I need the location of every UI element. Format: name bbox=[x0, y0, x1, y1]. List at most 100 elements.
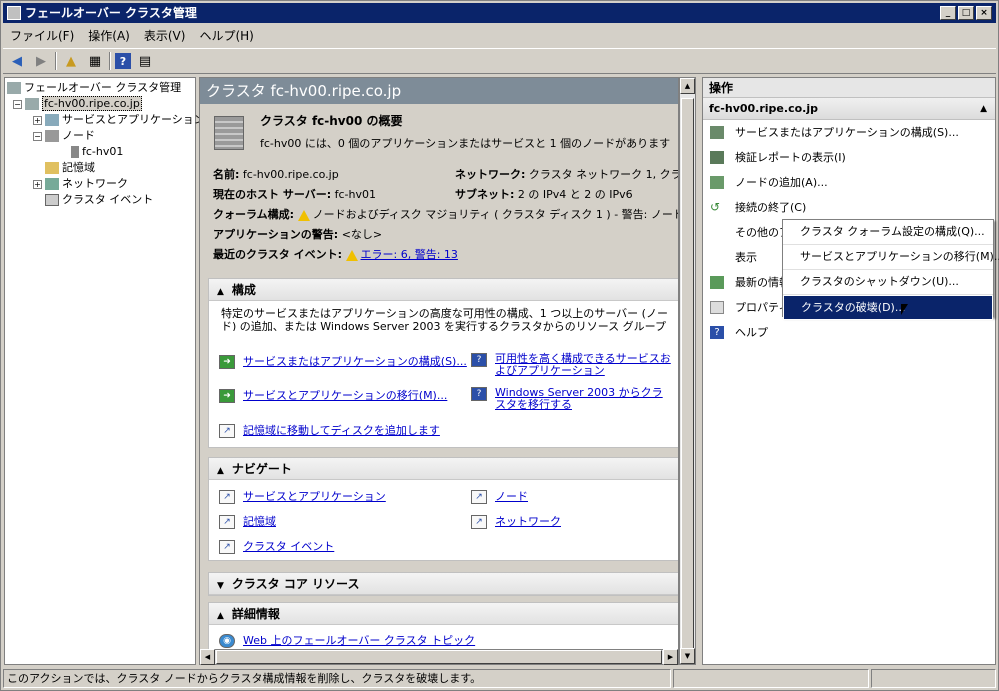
action-label: ノードの追加(A)... bbox=[735, 176, 828, 189]
close-button[interactable]: × bbox=[976, 6, 992, 20]
menu-view[interactable]: 表示(V) bbox=[137, 27, 193, 44]
expand-arrow-icon[interactable]: ▼ bbox=[217, 575, 224, 597]
menu-file[interactable]: ファイル(F) bbox=[3, 27, 81, 44]
action-add-node[interactable]: ノードの追加(A)... bbox=[703, 170, 995, 195]
navigate-section-header[interactable]: ▲ ナビゲート bbox=[209, 458, 678, 482]
shortcut-icon: ↗ bbox=[219, 540, 235, 554]
add-disk-link[interactable]: ↗ 記憶域に移動してディスクを追加します bbox=[219, 422, 440, 438]
expand-icon[interactable]: + bbox=[33, 179, 42, 189]
window-title: フェールオーバー クラスタ管理 bbox=[25, 6, 197, 20]
actions-subheader-label: fc-hv00.ripe.co.jp bbox=[709, 102, 818, 115]
arrow-icon: ➜ bbox=[219, 355, 235, 369]
tree-item-label: fc-hv00.ripe.co.jp bbox=[42, 96, 142, 111]
forward-icon[interactable]: ▶ bbox=[31, 51, 51, 71]
tree-item-node[interactable]: fc-hv01 bbox=[7, 144, 193, 160]
toolbar: ◀ ▶ ▲ ▦ ? ▤ bbox=[3, 48, 996, 74]
actions-pane: 操作 fc-hv00.ripe.co.jp ▲ サービスまたはアプリケーションの構… bbox=[702, 77, 996, 665]
scroll-right-icon[interactable]: ▶ bbox=[663, 649, 678, 665]
center-pane: クラスタ fc-hv00.ripe.co.jp クラスタ fc-hv00 の概要… bbox=[199, 77, 679, 665]
core-section-header[interactable]: ▼ クラスタ コア リソース bbox=[209, 573, 678, 597]
details-section-header[interactable]: ▲ 詳細情報 bbox=[209, 603, 678, 627]
collapse-icon[interactable]: − bbox=[13, 99, 22, 109]
link-label: 可用性を高く構成できるサービスおよびアプリケーション bbox=[495, 352, 671, 377]
status-panel-3 bbox=[871, 669, 996, 688]
tree-item-label: 記憶域 bbox=[62, 161, 95, 174]
menu-shutdown-cluster[interactable]: クラスタのシャットダウン(U)... bbox=[783, 270, 993, 295]
tree-item-cluster[interactable]: − fc-hv00.ripe.co.jp bbox=[7, 96, 193, 112]
scroll-up-icon[interactable]: ▲ bbox=[680, 78, 695, 94]
kv-quorum: クォーラム構成: ノードおよびディスク マジョリティ ( クラスタ ディスク 1… bbox=[213, 206, 678, 222]
scroll-left-icon[interactable]: ◀ bbox=[200, 649, 215, 665]
name-label: 名前: bbox=[213, 168, 240, 181]
nav-services-link[interactable]: ↗ サービスとアプリケーション bbox=[219, 488, 386, 504]
events-link[interactable]: エラー: 6, 警告: 13 bbox=[361, 248, 458, 261]
menu-migrate-services[interactable]: サービスとアプリケーションの移行(M)... bbox=[783, 245, 999, 270]
tree-item-root[interactable]: フェールオーバー クラスタ管理 bbox=[7, 80, 193, 96]
main-window: フェールオーバー クラスタ管理 _ □ × ファイル(F) 操作(A) 表示(V… bbox=[0, 0, 999, 691]
web-topics-link[interactable]: ◉ Web 上のフェールオーバー クラスタ トピック bbox=[219, 632, 475, 648]
link-label: ノード bbox=[495, 490, 528, 503]
migrate-service-link[interactable]: ➜ サービスとアプリケーションの移行(M)... bbox=[219, 387, 447, 403]
shortcut-icon: ↗ bbox=[219, 490, 235, 504]
config-section-header[interactable]: ▲ 構成 bbox=[209, 279, 678, 303]
link-label: 記憶域 bbox=[243, 515, 276, 528]
nav-events-link[interactable]: ↗ クラスタ イベント bbox=[219, 538, 334, 554]
kv-name: 名前: fc-hv00.ripe.co.jp bbox=[213, 166, 339, 182]
cluster-manager-icon bbox=[7, 82, 21, 94]
action-configure-service[interactable]: サービスまたはアプリケーションの構成(S)... bbox=[703, 120, 995, 145]
center-horizontal-scrollbar[interactable]: ◀ ▶ bbox=[199, 649, 679, 665]
nav-storage-link[interactable]: ↗ 記憶域 bbox=[219, 513, 276, 529]
app-icon bbox=[7, 6, 21, 20]
action-view-report[interactable]: 検証レポートの表示(I) bbox=[703, 145, 995, 170]
collapse-arrow-icon[interactable]: ▲ bbox=[980, 98, 987, 120]
nodes-icon bbox=[45, 130, 59, 142]
minimize-button[interactable]: _ bbox=[940, 6, 956, 20]
show-action-pane-icon[interactable]: ▤ bbox=[135, 51, 155, 71]
collapse-arrow-icon[interactable]: ▲ bbox=[217, 460, 224, 482]
appwarn-label: アプリケーションの警告: bbox=[213, 228, 339, 241]
subnet-label: サブネット: bbox=[455, 188, 515, 201]
collapse-arrow-icon[interactable]: ▲ bbox=[217, 281, 224, 303]
config-section: ▲ 構成 特定のサービスまたはアプリケーションの高度な可用性の構成、1 つ以上のサ… bbox=[208, 278, 678, 448]
expand-icon[interactable]: + bbox=[33, 115, 42, 125]
nav-nodes-link[interactable]: ↗ ノード bbox=[471, 488, 528, 504]
configure-service-link[interactable]: ➜ サービスまたはアプリケーションの構成(S)... bbox=[219, 353, 467, 369]
ha-services-help-link[interactable]: ? 可用性を高く構成できるサービスおよびアプリケーション bbox=[471, 353, 671, 377]
center-vertical-scrollbar[interactable]: ▲ ▼ bbox=[679, 77, 696, 665]
help-icon[interactable]: ? bbox=[115, 53, 131, 69]
tree-item-services[interactable]: + サービスとアプリケーション bbox=[7, 112, 205, 128]
more-actions-submenu: クラスタ クォーラム設定の構成(Q)... サービスとアプリケーションの移行(M… bbox=[782, 219, 999, 320]
status-panel-2 bbox=[673, 669, 869, 688]
back-icon[interactable]: ◀ bbox=[7, 51, 27, 71]
action-help[interactable]: ? ヘルプ bbox=[703, 320, 995, 345]
tree-item-nodes[interactable]: − ノード bbox=[7, 128, 193, 144]
warning-icon bbox=[297, 209, 310, 221]
tree-item-label: fc-hv01 bbox=[82, 145, 124, 158]
globe-icon: ◉ bbox=[219, 634, 235, 648]
scroll-down-icon[interactable]: ▼ bbox=[680, 648, 695, 664]
menu-configure-quorum[interactable]: クラスタ クォーラム設定の構成(Q)... bbox=[783, 220, 993, 245]
nav-network-link[interactable]: ↗ ネットワーク bbox=[471, 513, 561, 529]
hscroll-thumb[interactable] bbox=[216, 650, 662, 664]
scroll-thumb[interactable] bbox=[681, 98, 694, 652]
kv-network: ネットワーク: クラスタ ネットワーク 1, クラスタ ネッ bbox=[455, 166, 678, 182]
tree-item-network[interactable]: + ネットワーク bbox=[7, 176, 193, 192]
show-hide-tree-icon[interactable]: ▦ bbox=[85, 51, 105, 71]
refresh-icon bbox=[710, 276, 724, 289]
collapse-icon[interactable]: − bbox=[33, 131, 42, 141]
actions-subheader[interactable]: fc-hv00.ripe.co.jp ▲ bbox=[703, 98, 995, 120]
maximize-button[interactable]: □ bbox=[958, 6, 974, 20]
menu-action[interactable]: 操作(A) bbox=[81, 27, 137, 44]
tree-item-label: クラスタ イベント bbox=[62, 193, 154, 206]
link-label: Windows Server 2003 からクラスタを移行する bbox=[495, 386, 663, 411]
tree-item-events[interactable]: クラスタ イベント bbox=[7, 192, 193, 208]
summary-subtitle: fc-hv00 には、0 個のアプリケーションまたはサービスと 1 個のノードが… bbox=[260, 137, 671, 150]
up-folder-icon[interactable]: ▲ bbox=[61, 51, 81, 71]
menu-destroy-cluster[interactable]: クラスタの破壊(D)... bbox=[783, 295, 993, 320]
collapse-arrow-icon[interactable]: ▲ bbox=[217, 605, 224, 627]
action-close-connection[interactable]: ↺ 接続の終了(C) bbox=[703, 195, 995, 220]
host-label: 現在のホスト サーバー: bbox=[213, 188, 332, 201]
tree-item-storage[interactable]: 記憶域 bbox=[7, 160, 193, 176]
menu-help[interactable]: ヘルプ(H) bbox=[192, 27, 260, 44]
migrate-2003-help-link[interactable]: ? Windows Server 2003 からクラスタを移行する bbox=[471, 387, 671, 411]
